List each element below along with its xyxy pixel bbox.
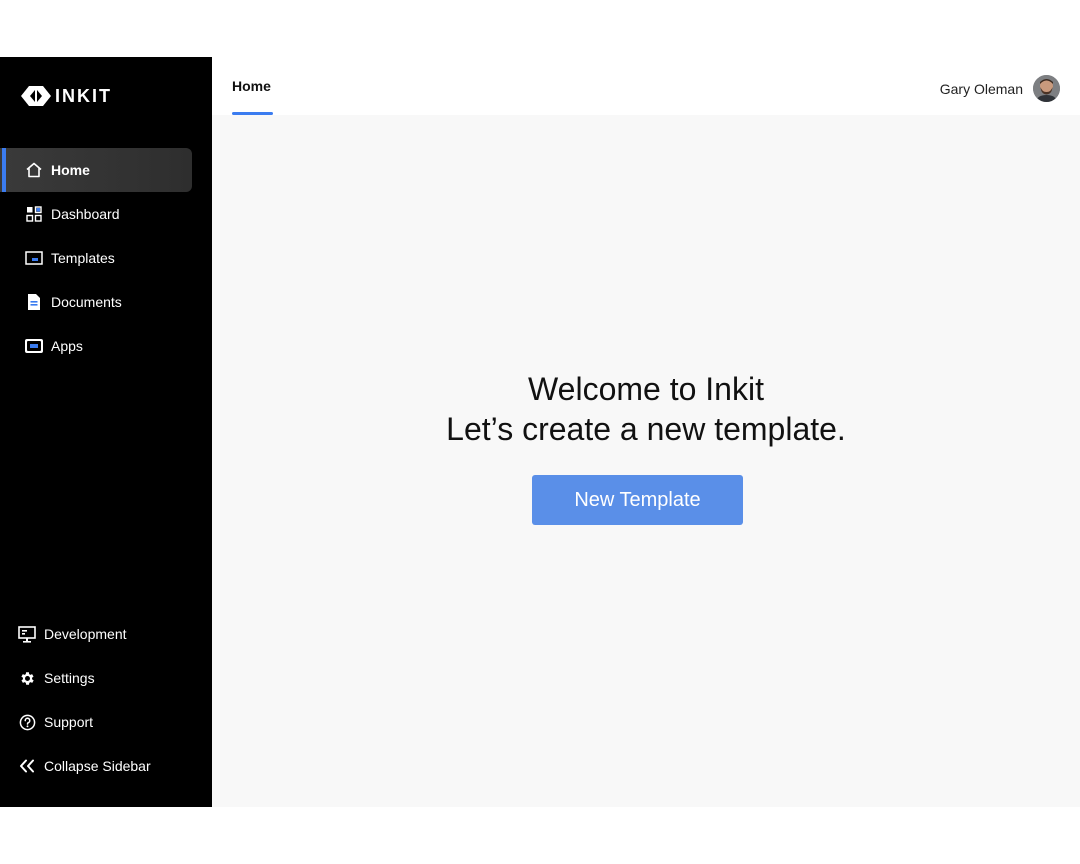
sidebar-item-label: Support <box>44 714 94 730</box>
sidebar-item-label: Collapse Sidebar <box>44 758 151 774</box>
new-template-button[interactable]: New Template <box>532 475 743 525</box>
welcome-heading: Welcome to Inkit Let’s create a new temp… <box>212 369 1080 449</box>
sidebar-item-label: Apps <box>51 338 83 354</box>
sidebar-item-label: Settings <box>44 670 95 686</box>
sidebar-bottom-nav: Development Settings Support Collapse Si… <box>0 612 212 788</box>
sidebar: INKIT Home Dashboard Templates Documents… <box>0 57 212 807</box>
sidebar-item-label: Templates <box>51 250 115 266</box>
inkit-logo[interactable]: INKIT <box>21 84 112 108</box>
sidebar-item-label: Development <box>44 626 127 642</box>
user-name: Gary Oleman <box>939 80 1023 97</box>
sidebar-item-settings[interactable]: Settings <box>0 656 192 700</box>
sidebar-item-documents[interactable]: Documents <box>0 280 192 324</box>
question-icon <box>17 712 37 732</box>
welcome-line-1: Welcome to Inkit <box>528 371 764 407</box>
home-icon <box>24 160 44 180</box>
sidebar-item-label: Documents <box>51 294 122 310</box>
sidebar-item-label: Dashboard <box>51 206 120 222</box>
sidebar-item-development[interactable]: Development <box>0 612 192 656</box>
double-chevron-left-icon <box>17 756 37 776</box>
welcome-line-2: Let’s create a new template. <box>446 411 846 447</box>
gear-icon <box>17 668 37 688</box>
inkit-logo-icon <box>21 86 51 106</box>
main-content: Home Gary Oleman Welcome to Inkit Let’s … <box>212 57 1080 807</box>
sidebar-item-collapse[interactable]: Collapse Sidebar <box>0 744 192 788</box>
sidebar-item-apps[interactable]: Apps <box>0 324 192 368</box>
dashboard-icon <box>24 204 44 224</box>
monitor-icon <box>17 624 37 644</box>
sidebar-item-dashboard[interactable]: Dashboard <box>0 192 192 236</box>
avatar[interactable] <box>1033 75 1060 102</box>
apps-icon <box>24 336 44 356</box>
active-tab-indicator <box>232 112 273 115</box>
sidebar-item-home[interactable]: Home <box>0 148 192 192</box>
documents-icon <box>24 292 44 312</box>
user-menu[interactable]: Gary Oleman <box>940 75 1060 102</box>
templates-icon <box>24 248 44 268</box>
app-window: INKIT Home Dashboard Templates Documents… <box>0 57 1080 807</box>
top-bar: Home Gary Oleman <box>212 57 1080 115</box>
sidebar-item-support[interactable]: Support <box>0 700 192 744</box>
sidebar-item-templates[interactable]: Templates <box>0 236 192 280</box>
tab-home[interactable]: Home <box>232 57 271 115</box>
brand-name: INKIT <box>55 85 112 106</box>
sidebar-nav: Home Dashboard Templates Documents Apps <box>0 148 212 368</box>
sidebar-item-label: Home <box>51 162 90 178</box>
